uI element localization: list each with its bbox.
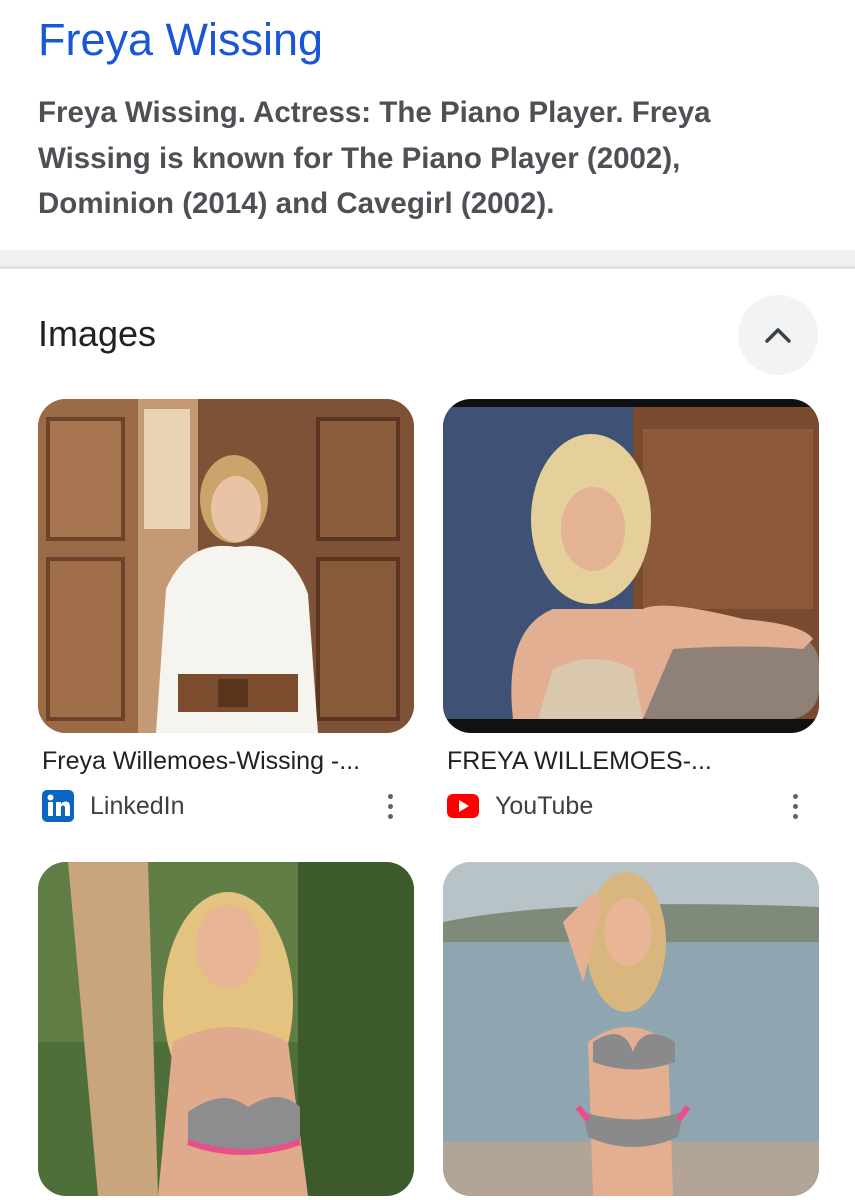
image-result-card[interactable]: Freya Willemoes-Wissing -... LinkedIn <box>38 399 414 823</box>
image-source-row[interactable]: YouTube <box>443 789 819 823</box>
image-result-card[interactable] <box>38 862 414 1196</box>
image-source-row[interactable]: LinkedIn <box>38 789 414 823</box>
dot <box>792 793 798 799</box>
image-result-card[interactable] <box>443 862 819 1196</box>
result-title-link[interactable]: Freya Wissing <box>38 12 323 68</box>
dot <box>792 803 798 809</box>
result-snippet: Freya Wissing. Actress: The Piano Player… <box>38 96 711 220</box>
image-source-name: LinkedIn <box>90 791 185 820</box>
image-caption[interactable]: Freya Willemoes-Wissing -... <box>38 745 414 777</box>
dot <box>792 813 798 819</box>
image-thumbnail[interactable] <box>38 399 414 733</box>
image-source-name: YouTube <box>495 791 594 820</box>
image-thumbnail[interactable] <box>38 862 414 1196</box>
linkedin-icon <box>42 790 74 822</box>
dot <box>387 803 393 809</box>
collapse-images-button[interactable] <box>738 295 818 375</box>
section-divider <box>0 250 855 269</box>
image-caption[interactable]: FREYA WILLEMOES-... <box>443 745 819 777</box>
chevron-up-icon <box>765 328 791 343</box>
dot <box>387 813 393 819</box>
image-result-card[interactable]: FREYA WILLEMOES-... YouTube <box>443 399 819 823</box>
image-thumbnail[interactable] <box>443 862 819 1196</box>
image-thumbnail[interactable] <box>443 399 819 733</box>
more-options-button[interactable] <box>783 789 807 823</box>
youtube-icon <box>447 790 479 822</box>
images-section-heading: Images <box>38 313 157 354</box>
more-options-button[interactable] <box>378 789 402 823</box>
dot <box>387 793 393 799</box>
